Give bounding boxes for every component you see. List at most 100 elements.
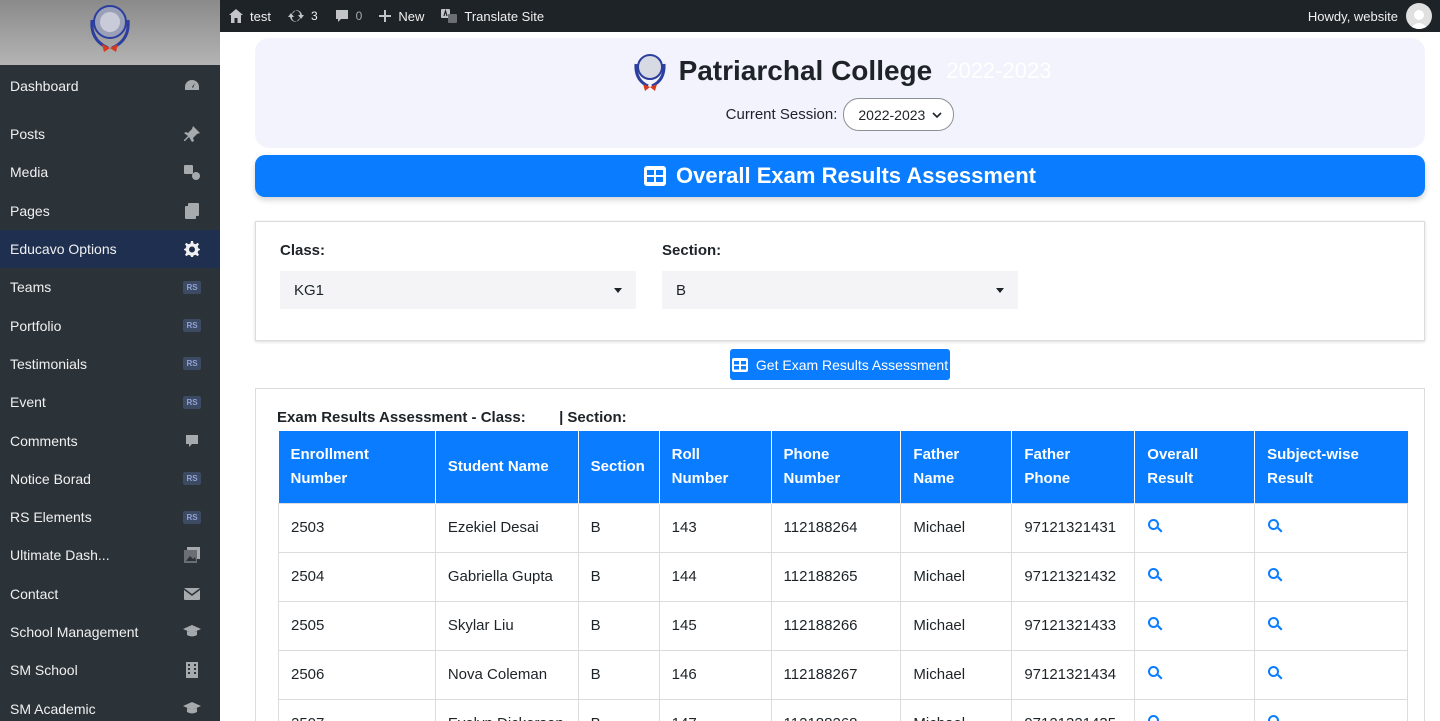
sidebar-item-label: Posts bbox=[10, 126, 46, 143]
table-cell bbox=[1254, 551, 1408, 602]
rs-badge-icon: RS bbox=[182, 354, 202, 374]
session-value: 2022-2023 bbox=[858, 106, 926, 123]
rs-badge: RS bbox=[183, 319, 201, 333]
session-label: Current Session: bbox=[725, 106, 838, 123]
rs-badge: RS bbox=[183, 395, 201, 409]
column-header-text: Phone bbox=[1024, 469, 1071, 487]
column-header-text: Number bbox=[783, 469, 841, 487]
my-account-link[interactable]: Howdy, website bbox=[1300, 0, 1440, 32]
table-header-row: Enrollment Number Student Name Section Roll N… bbox=[278, 431, 1408, 503]
subject-result-search-icon[interactable] bbox=[1267, 665, 1283, 685]
sidebar-item-dashboard[interactable]: Dashboard bbox=[0, 65, 220, 107]
sidebar-item-teams[interactable]: Teams RS bbox=[0, 268, 220, 306]
column-header: Overall Result bbox=[1134, 431, 1256, 503]
table-cell: 97121321435 bbox=[1011, 698, 1136, 721]
sidebar-item-comments[interactable]: Comments bbox=[0, 421, 220, 459]
site-name: test bbox=[250, 8, 271, 24]
sidebar-item-label: Pages bbox=[10, 202, 50, 219]
sidebar-item-label: Teams bbox=[10, 279, 52, 296]
table-cell bbox=[1254, 698, 1408, 721]
column-header: Subject-wise Result bbox=[1254, 431, 1408, 503]
column-header: Father Phone bbox=[1011, 431, 1136, 503]
caret-down-icon bbox=[996, 287, 1004, 293]
table-cell: Michael bbox=[900, 600, 1013, 651]
sidebar-item-label: Testimonials bbox=[10, 355, 88, 372]
overall-result-search-icon[interactable] bbox=[1147, 518, 1163, 538]
sidebar-item-rs-elements[interactable]: RS Elements RS bbox=[0, 498, 220, 536]
overall-result-search-icon[interactable] bbox=[1147, 665, 1163, 685]
main-content: Patriarchal College 2022-2023 Current Se… bbox=[220, 32, 1440, 721]
table-cell: 2503 bbox=[278, 502, 436, 553]
table-row: 2506 Nova Coleman B 146 112188267 Michael 9712… bbox=[278, 649, 1408, 700]
graduation-cap-icon bbox=[182, 699, 202, 719]
subject-result-search-icon[interactable] bbox=[1267, 616, 1283, 636]
table-cell: 2507 bbox=[278, 698, 436, 721]
sidebar-item-label: Media bbox=[10, 164, 49, 181]
page-title-banner: Overall Exam Results Assessment bbox=[255, 155, 1425, 197]
session-ghost-text: 2022-2023 bbox=[946, 58, 1052, 83]
subject-result-search-icon[interactable] bbox=[1267, 518, 1283, 538]
sidebar-item-pages[interactable]: Pages bbox=[0, 192, 220, 230]
table-cell: B bbox=[577, 649, 660, 700]
sidebar-item-ultimate-dash[interactable]: Ultimate Dash... bbox=[0, 536, 220, 574]
class-select[interactable]: KG1 bbox=[280, 271, 636, 309]
sidebar-item-portfolio[interactable]: Portfolio RS bbox=[0, 306, 220, 344]
sidebar-item-sm-school[interactable]: SM School bbox=[0, 651, 220, 689]
rs-badge-icon: RS bbox=[182, 392, 202, 412]
column-header-text: Result bbox=[1267, 469, 1313, 487]
updates-link[interactable]: 3 bbox=[279, 0, 326, 32]
sidebar-item-event[interactable]: Event RS bbox=[0, 383, 220, 421]
subject-result-search-icon[interactable] bbox=[1267, 714, 1283, 721]
section-select[interactable]: B bbox=[662, 271, 1018, 309]
table-row: 2507Evelyn DickersonB147112188268Michael… bbox=[278, 698, 1408, 721]
column-header-text: Number bbox=[290, 469, 348, 487]
session-row: Current Session: 2022-2023 bbox=[255, 98, 1425, 131]
table-cell: Skylar Liu bbox=[434, 600, 579, 651]
table-cell bbox=[1254, 600, 1408, 651]
sidebar-item-media[interactable]: Media bbox=[0, 153, 220, 191]
new-content-link[interactable]: New bbox=[370, 0, 432, 32]
column-header-text: Phone bbox=[783, 445, 830, 463]
session-select[interactable]: 2022-2023 bbox=[843, 98, 955, 131]
get-results-button[interactable]: Get Exam Results Assessment bbox=[730, 349, 950, 380]
sidebar-item-label: SM Academic bbox=[10, 700, 96, 717]
table-cell: 112188268 bbox=[770, 698, 902, 721]
column-header: Enrollment Number bbox=[278, 431, 436, 503]
table-cell bbox=[1134, 502, 1256, 553]
table-cell: Gabriella Gupta bbox=[434, 551, 579, 602]
column-header-text: Enrollment bbox=[290, 445, 369, 463]
overall-result-search-icon[interactable] bbox=[1147, 714, 1163, 721]
sidebar-item-contact[interactable]: Contact bbox=[0, 575, 220, 613]
overall-result-search-icon[interactable] bbox=[1147, 567, 1163, 587]
translate-site-link[interactable]: Translate Site bbox=[432, 0, 552, 32]
subject-result-search-icon[interactable] bbox=[1267, 567, 1283, 587]
mail-icon bbox=[182, 584, 202, 604]
sidebar-item-testimonials[interactable]: Testimonials RS bbox=[0, 345, 220, 383]
table-cell: 97121321434 bbox=[1011, 649, 1136, 700]
table-cell bbox=[1254, 502, 1408, 553]
table-cell: 146 bbox=[658, 649, 772, 700]
table-cell: Evelyn Dickerson bbox=[434, 698, 579, 721]
sidebar-item-posts[interactable]: Posts bbox=[0, 115, 220, 153]
comments-link[interactable]: 0 bbox=[326, 0, 371, 32]
rs-badge: RS bbox=[183, 280, 201, 294]
table-icon bbox=[731, 357, 748, 372]
table-cell: 97121321432 bbox=[1011, 551, 1136, 602]
sidebar-item-school-management[interactable]: School Management bbox=[0, 613, 220, 651]
column-header: Phone Number bbox=[771, 431, 902, 503]
overall-result-search-icon[interactable] bbox=[1147, 616, 1163, 636]
results-heading: Exam Results Assessment - Class: | Secti… bbox=[277, 409, 627, 426]
table-cell bbox=[1134, 698, 1256, 721]
sidebar-item-sm-academic[interactable]: SM Academic bbox=[0, 689, 220, 721]
section-label: Section: bbox=[662, 242, 722, 259]
table-cell: 2506 bbox=[278, 649, 436, 700]
class-label: Class: bbox=[280, 242, 326, 259]
updates-count: 3 bbox=[310, 9, 318, 23]
rs-badge-icon: RS bbox=[182, 316, 202, 336]
table-cell: 112188264 bbox=[770, 502, 902, 553]
sidebar-item-educavo-options[interactable]: Educavo Options bbox=[0, 229, 220, 269]
table-cell: Michael bbox=[900, 551, 1013, 602]
site-home-link[interactable]: test bbox=[220, 0, 279, 32]
column-header-text: Roll bbox=[671, 445, 700, 463]
sidebar-item-notice-borad[interactable]: Notice Borad RS bbox=[0, 460, 220, 498]
